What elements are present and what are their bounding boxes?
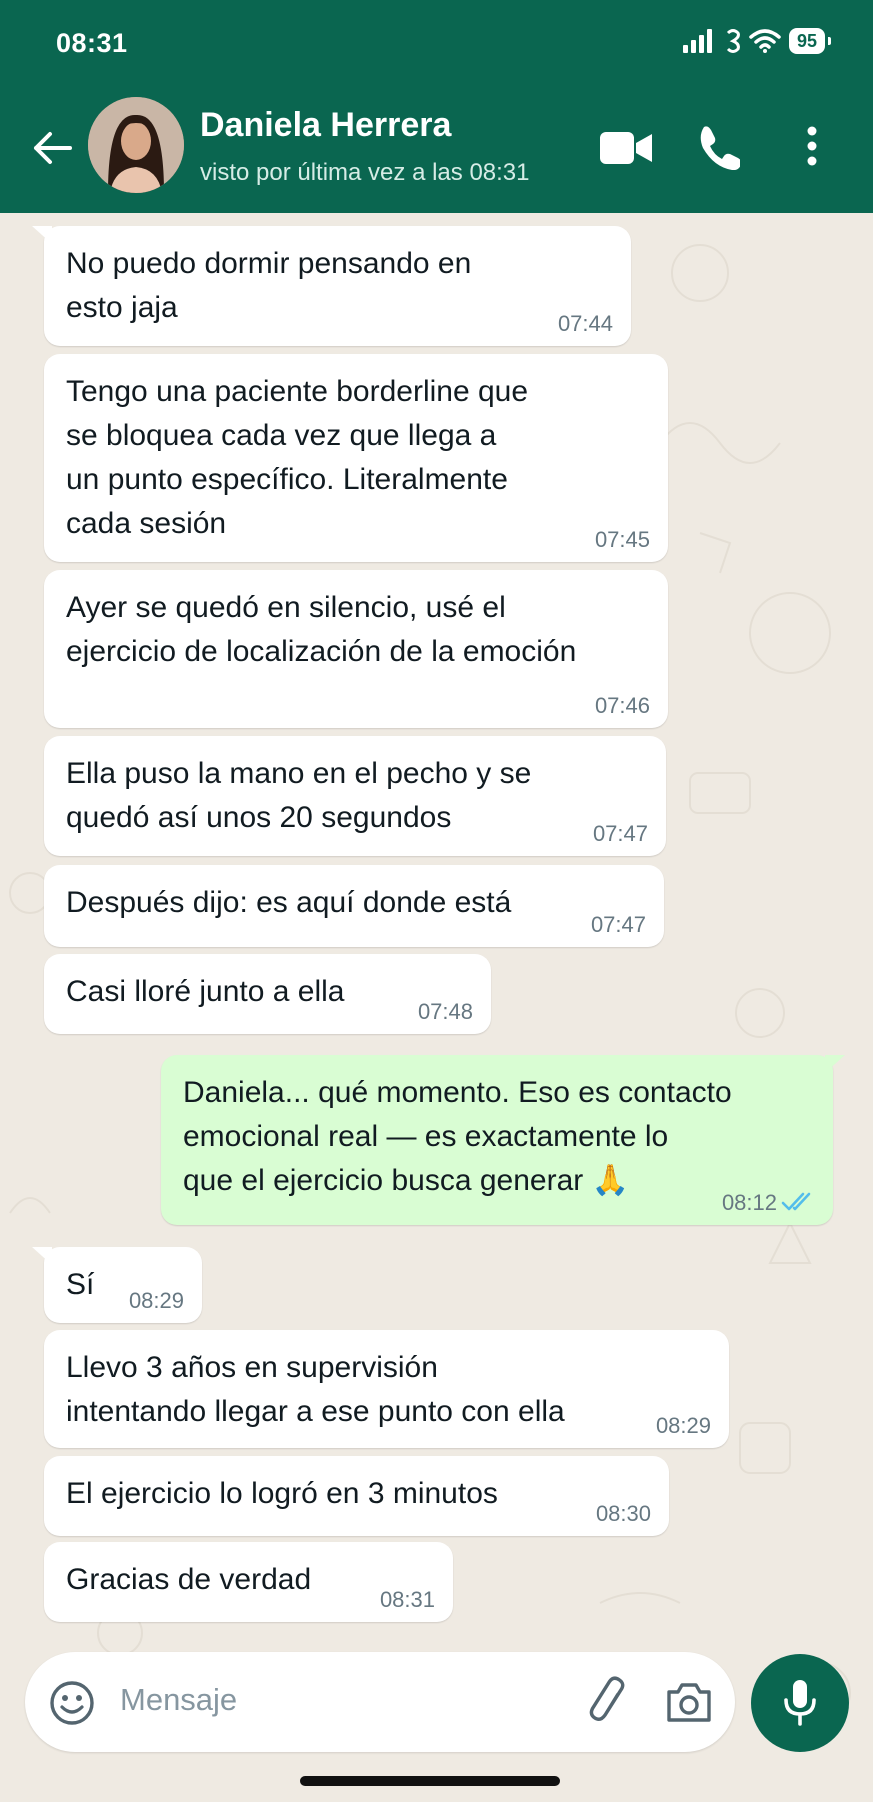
message-incoming[interactable]: Ella puso la mano en el pecho y se quedó…	[44, 736, 666, 856]
status-bar: 08:31 95	[0, 0, 873, 90]
camera-icon[interactable]	[665, 1680, 713, 1724]
message-text: Después dijo: es aquí donde está	[66, 886, 512, 919]
message-time: 07:48	[417, 999, 473, 1024]
battery-indicator: 95	[788, 28, 832, 54]
message-text: Ayer se quedó en silencio, usé el ejerci…	[66, 591, 577, 668]
message-time: 08:29	[655, 1413, 711, 1438]
message-incoming[interactable]: Después dijo: es aquí donde está 07:47	[44, 865, 664, 947]
message-composer[interactable]: Mensaje	[25, 1652, 735, 1752]
avatar[interactable]	[88, 97, 184, 193]
message-text: Daniela... qué momento. Eso es contacto …	[183, 1076, 732, 1197]
voice-call-icon[interactable]	[694, 124, 740, 170]
message-text: Ella puso la mano en el pecho y se quedó…	[66, 757, 532, 834]
chat-screen: 08:31 95 Daniela Herrera visto por últim…	[0, 0, 873, 1802]
message-text: Tengo una paciente borderline que se blo…	[66, 375, 529, 540]
message-text: El ejercicio lo logró en 3 minutos	[66, 1477, 498, 1510]
signal-icon	[682, 29, 712, 53]
message-input-placeholder[interactable]: Mensaje	[120, 1682, 237, 1718]
message-incoming[interactable]: Tengo una paciente borderline que se blo…	[44, 354, 668, 562]
message-time: 07:46	[594, 693, 650, 718]
message-incoming[interactable]: El ejercicio lo logró en 3 minutos 08:30	[44, 1456, 669, 1536]
contact-name[interactable]: Daniela Herrera	[200, 106, 451, 145]
avatar-photo	[88, 97, 184, 193]
message-text: Casi lloré junto a ella	[66, 975, 345, 1008]
message-incoming[interactable]: No puedo dormir pensando en esto jaja 07…	[32, 226, 631, 346]
network-badge-icon	[726, 29, 740, 53]
message-time: 08:31	[379, 1587, 435, 1612]
message-outgoing[interactable]: Daniela... qué momento. Eso es contacto …	[161, 1055, 845, 1225]
message-incoming[interactable]: Sí 08:29	[32, 1247, 202, 1323]
contact-last-seen: visto por última vez a las 08:31	[200, 159, 530, 186]
message-incoming[interactable]: Gracias de verdad 08:31	[44, 1542, 453, 1622]
back-arrow-icon[interactable]	[30, 126, 74, 170]
more-vert-icon[interactable]	[806, 126, 818, 166]
attach-icon[interactable]	[585, 1676, 633, 1728]
message-text: No puedo dormir pensando en esto jaja	[66, 247, 472, 324]
message-text: Gracias de verdad	[66, 1563, 312, 1596]
message-incoming[interactable]: Llevo 3 años en supervisión intentando l…	[44, 1330, 729, 1448]
bubble-tail	[32, 1247, 52, 1265]
mic-icon	[784, 1680, 816, 1726]
message-time: 08:12	[721, 1190, 777, 1215]
wifi-icon	[749, 29, 781, 53]
voice-message-button[interactable]	[751, 1654, 849, 1752]
message-text: Llevo 3 años en supervisión intentando l…	[66, 1351, 565, 1428]
message-time: 07:45	[594, 527, 650, 552]
message-incoming[interactable]: Casi lloré junto a ella 07:48	[44, 954, 491, 1034]
message-incoming[interactable]: Ayer se quedó en silencio, usé el ejerci…	[44, 570, 668, 728]
read-ticks-icon	[781, 1192, 811, 1211]
bubble-tail	[825, 1055, 845, 1073]
message-time: 08:29	[128, 1288, 184, 1313]
bubble-tail	[32, 226, 52, 244]
chat-header: 08:31 95 Daniela Herrera visto por últim…	[0, 0, 873, 213]
status-time: 08:31	[56, 28, 128, 58]
message-time: 07:47	[592, 821, 648, 846]
status-icons: 95	[682, 28, 832, 54]
message-time: 08:30	[595, 1501, 651, 1526]
emoji-icon[interactable]	[49, 1680, 95, 1726]
message-time: 07:47	[590, 912, 646, 937]
home-indicator[interactable]	[300, 1776, 560, 1786]
video-call-icon[interactable]	[600, 130, 652, 166]
message-time: 07:44	[557, 311, 613, 336]
